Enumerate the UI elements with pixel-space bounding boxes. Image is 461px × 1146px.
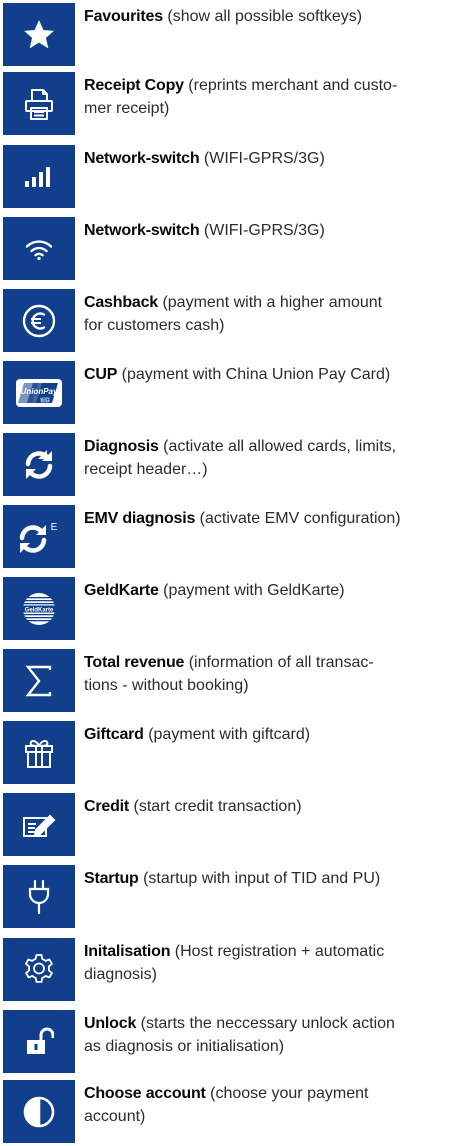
list-item: Cashback (payment with a higher amount f… [0, 289, 461, 352]
item-description: (payment with giftcard) [148, 726, 311, 743]
item-term: Total revenue [84, 654, 185, 671]
wifi-icon [3, 217, 75, 280]
item-description: (payment with a higher amount [162, 294, 383, 311]
geldkarte-icon: GeldKarte [3, 577, 75, 640]
item-term: Credit [84, 798, 130, 815]
sigma-icon [3, 649, 75, 712]
list-item: GeldKarte GeldKarte (payment with GeldKa… [0, 577, 461, 640]
item-description: (payment with GeldKarte) [163, 582, 345, 599]
item-description-continued: mer receipt) [84, 100, 170, 117]
item-term: Network-switch [84, 150, 200, 167]
unionpay-logo-text: UnionPay [21, 387, 58, 396]
item-description: (reprints merchant and custo- [188, 77, 398, 94]
item-term: Initalisation [84, 943, 171, 960]
item-description: (startup with input of TID and PU) [143, 870, 381, 887]
item-description: (WIFI-GPRS/3G) [203, 150, 325, 167]
list-item: UnionPay 银联 CUP (payment with China Unio… [0, 361, 461, 424]
unlock-icon [3, 1010, 75, 1073]
star-icon [3, 3, 75, 66]
item-description: (activate all allowed cards, limits, [163, 438, 397, 455]
gear-icon [3, 938, 75, 1001]
item-term: Network-switch [84, 222, 200, 239]
list-item: Startup (startup with input of TID and P… [0, 865, 461, 928]
item-description: (information of all transac- [188, 654, 374, 671]
list-item: Network-switch (WIFI-GPRS/3G) [0, 145, 461, 208]
edit-icon [3, 793, 75, 856]
list-item: Network-switch (WIFI-GPRS/3G) [0, 217, 461, 280]
item-description: (start credit transaction) [133, 798, 302, 815]
item-term: Startup [84, 870, 139, 887]
printer-icon [3, 72, 75, 135]
item-description: (activate EMV configuration) [199, 510, 401, 527]
emv-superscript-label: E [51, 522, 58, 533]
list-item: Credit (start credit transaction) [0, 793, 461, 856]
list-item: Unlock (starts the neccessary unlock act… [0, 1010, 461, 1073]
item-description-continued: as diagnosis or initialisation) [84, 1038, 285, 1055]
item-term: CUP [84, 366, 118, 383]
item-term: Unlock [84, 1015, 137, 1032]
refresh-icon [3, 433, 75, 496]
item-term: Cashback [84, 294, 158, 311]
list-item: E EMV diagnosis (activate EMV configurat… [0, 505, 461, 568]
item-description: (WIFI-GPRS/3G) [203, 222, 325, 239]
item-description: (show all possible softkeys) [167, 8, 363, 25]
item-term: Receipt Copy [84, 77, 184, 94]
item-term: Giftcard [84, 726, 144, 743]
item-description: (Host registration + automatic [174, 943, 385, 960]
item-term: EMV diagnosis [84, 510, 196, 527]
signal-bars-icon [3, 145, 75, 208]
refresh-e-icon: E [3, 505, 75, 568]
item-term: GeldKarte [84, 582, 159, 599]
plug-icon [3, 865, 75, 928]
geldkarte-logo-text: GeldKarte [25, 607, 54, 613]
list-item: Choose account (choose your payment acco… [0, 1080, 461, 1143]
gift-icon [3, 721, 75, 784]
item-description: (choose your payment [210, 1085, 369, 1102]
half-circle-icon [3, 1080, 75, 1143]
list-item: Diagnosis (activate all allowed cards, l… [0, 433, 461, 496]
list-item: Initalisation (Host registration + autom… [0, 938, 461, 1001]
unionpay-card-icon: UnionPay 银联 [3, 361, 75, 424]
item-term: Diagnosis [84, 438, 159, 455]
item-description: (payment with China Union Pay Card) [121, 366, 391, 383]
list-item: Total revenue (information of all transa… [0, 649, 461, 712]
list-item: Giftcard (payment with giftcard) [0, 721, 461, 784]
item-term: Choose account [84, 1085, 206, 1102]
item-description-continued: diagnosis) [84, 966, 157, 983]
item-description-continued: receipt header…) [84, 461, 208, 478]
euro-icon [3, 289, 75, 352]
item-description: (starts the neccessary unlock action [140, 1015, 395, 1032]
unionpay-logo-subtext: 银联 [40, 397, 50, 404]
item-description-continued: for customers cash) [84, 317, 225, 334]
item-description-continued: tions - without booking) [84, 677, 249, 694]
item-description-continued: account) [84, 1108, 146, 1125]
list-item: Favourites (show all possible softkeys) [0, 3, 461, 66]
list-item: Receipt Copy (reprints merchant and cust… [0, 72, 461, 135]
item-term: Favourites [84, 8, 163, 25]
